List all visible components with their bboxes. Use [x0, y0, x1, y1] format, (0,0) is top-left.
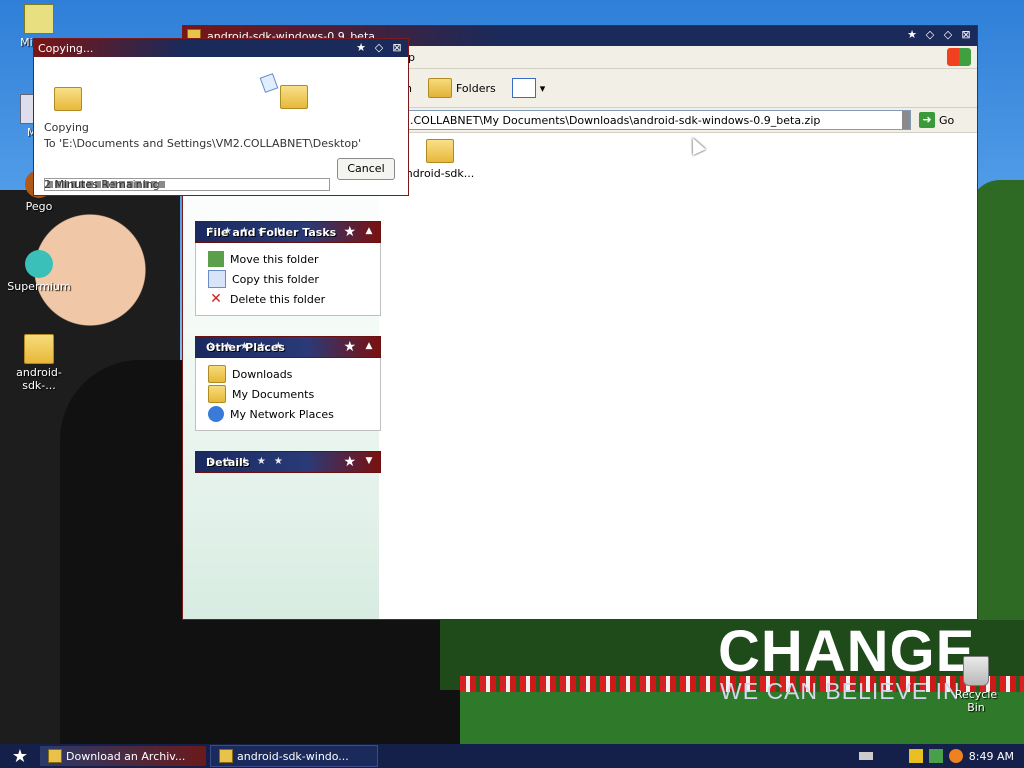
folder-icon — [24, 334, 54, 364]
taskbar: ★ Download an Archiv... android-sdk-wind… — [0, 744, 1024, 768]
place-label: My Network Places — [230, 407, 334, 421]
details-header[interactable]: ★★★★★ Details ★ ▼ — [195, 451, 381, 473]
copy-icon — [208, 270, 226, 288]
network-status-icon[interactable] — [928, 749, 943, 763]
collapse-icon[interactable]: ▲ — [362, 339, 376, 353]
task-label: Move this folder — [230, 252, 319, 266]
go-button[interactable]: ➜ Go — [919, 112, 954, 128]
taskbar-button-android-sdk[interactable]: android-sdk-windo... — [210, 745, 378, 767]
restore-button[interactable]: ◇ — [923, 28, 937, 42]
folders-icon — [427, 78, 452, 98]
desktop-icon-android-sdk[interactable]: android-sdk-... — [4, 334, 74, 392]
delete-x-icon: ✕ — [210, 291, 222, 307]
my-network-places-link[interactable]: My Network Places — [208, 404, 380, 424]
my-documents-icon — [208, 385, 226, 403]
go-arrow-icon: ➜ — [919, 112, 935, 128]
desktop-icon-label: android-sdk-... — [16, 366, 62, 392]
taskbar-button-label: Download an Archiv... — [66, 749, 186, 763]
maximize-button[interactable]: ◇ — [941, 28, 955, 42]
source-folder-icon — [54, 87, 82, 111]
desktop-icon-label: Pego — [25, 200, 53, 213]
task-label: Copy this folder — [232, 272, 319, 286]
close-button[interactable]: ⊠ — [959, 28, 973, 42]
views-icon — [511, 78, 536, 98]
copying-title: Copying... — [38, 41, 94, 55]
copying-action: Copying — [44, 121, 89, 134]
file-folder-tasks-title: File and Folder Tasks — [206, 225, 337, 239]
desktop-icon-label: Supermium — [7, 280, 71, 293]
desktop-icon-supermium[interactable]: Supermium — [4, 250, 74, 293]
task-pane: ★★★★★ File and Folder Tasks ★ ▲ Move thi… — [183, 131, 381, 619]
shield-icon[interactable] — [908, 749, 923, 763]
taskbar-button-download[interactable]: Download an Archiv... — [40, 746, 206, 766]
go-label: Go — [939, 113, 955, 127]
details-title: Details — [206, 455, 250, 469]
other-places-body: Downloads My Documents My Network Places — [195, 358, 381, 431]
system-tray: 8:49 AM — [858, 744, 1024, 768]
address-text: .COLLABNET\My Documents\Downloads\androi… — [410, 113, 821, 127]
wallpaper-subline: WE CAN BELIEVE IN — [720, 678, 961, 704]
expand-icon[interactable]: ▼ — [362, 454, 376, 468]
other-places-panel: ★★★★★ Other Places ★ ▲ Downloads My Docu… — [195, 336, 381, 431]
folders-button[interactable]: Folders — [420, 78, 504, 98]
file-item-android-sdk[interactable]: ndroid-sdk... — [405, 139, 475, 180]
other-places-title: Other Places — [206, 340, 285, 354]
desktop-icon-recycle-bin[interactable]: Recycle Bin — [946, 656, 1006, 714]
clock[interactable]: 8:49 AM — [969, 750, 1014, 763]
wallpaper-headline: CHANGE — [718, 619, 976, 684]
window-icon — [48, 749, 62, 763]
folders-label: Folders — [455, 81, 496, 95]
file-folder-tasks-header[interactable]: ★★★★★ File and Folder Tasks ★ ▲ — [195, 221, 381, 243]
minimize-button[interactable]: ★ — [354, 41, 368, 55]
collapse-icon[interactable]: ▲ — [362, 224, 376, 238]
network-icon — [208, 406, 224, 422]
file-folder-tasks-body: Move this folder Copy this folder ✕ Dele… — [195, 243, 381, 316]
move-folder-link[interactable]: Move this folder — [208, 249, 380, 269]
destination-folder-icon — [280, 85, 308, 109]
place-label: My Documents — [232, 387, 315, 401]
downloads-link[interactable]: Downloads — [208, 364, 380, 384]
folder-icon — [426, 139, 454, 163]
recycle-bin-icon — [963, 656, 989, 686]
file-folder-tasks-panel: ★★★★★ File and Folder Tasks ★ ▲ Move thi… — [195, 221, 381, 316]
other-places-header[interactable]: ★★★★★ Other Places ★ ▲ — [195, 336, 381, 358]
file-item-label: ndroid-sdk... — [405, 167, 475, 180]
zip-folder-icon — [219, 749, 233, 763]
copying-body: Copying To 'E:\Documents and Settings\VM… — [34, 57, 408, 195]
chevron-down-icon: ▾ — [539, 81, 546, 95]
wallpaper-trees — [970, 180, 1024, 620]
search-icon[interactable] — [948, 749, 963, 763]
windows-logo-icon — [947, 48, 971, 66]
delete-folder-link[interactable]: ✕ Delete this folder — [208, 289, 380, 309]
views-button[interactable]: ▾ — [504, 78, 554, 98]
time-remaining: 2 Minutes Remaining — [44, 178, 160, 191]
folder-icon — [208, 365, 226, 383]
cancel-button[interactable]: Cancel — [337, 158, 395, 180]
address-dropdown-button[interactable] — [902, 111, 910, 129]
address-input[interactable]: .COLLABNET\My Documents\Downloads\androi… — [405, 110, 911, 130]
star-icon: ★ — [343, 224, 356, 240]
copying-destination: To 'E:\Documents and Settings\VM2.COLLAB… — [44, 137, 362, 150]
details-panel: ★★★★★ Details ★ ▼ — [195, 451, 381, 473]
explorer-content: ★★★★★ File and Folder Tasks ★ ▲ Move thi… — [183, 131, 977, 619]
supermium-icon — [25, 250, 53, 278]
restore-button[interactable]: ◇ — [372, 41, 386, 55]
close-button[interactable]: ⊠ — [390, 41, 404, 55]
copy-folder-link[interactable]: Copy this folder — [208, 269, 380, 289]
flying-document-icon — [259, 73, 279, 93]
start-button[interactable]: ★ — [0, 746, 40, 767]
place-label: Downloads — [232, 367, 293, 381]
minimize-button[interactable]: ★ — [905, 28, 919, 42]
star-icon: ★ — [343, 339, 356, 355]
outlook-icon — [24, 4, 54, 34]
keyboard-icon[interactable] — [858, 752, 873, 760]
taskbar-button-label: android-sdk-windo... — [237, 749, 349, 763]
copying-dialog: Copying... ★ ◇ ⊠ Copying To 'E:\Document… — [33, 38, 409, 196]
desktop-icon-label: Recycle Bin — [954, 688, 998, 714]
star-icon: ★ — [343, 454, 356, 470]
copying-title-bar[interactable]: Copying... ★ ◇ ⊠ — [34, 39, 408, 57]
task-label: Delete this folder — [230, 292, 326, 306]
my-documents-link[interactable]: My Documents — [208, 384, 380, 404]
move-icon — [208, 251, 224, 267]
